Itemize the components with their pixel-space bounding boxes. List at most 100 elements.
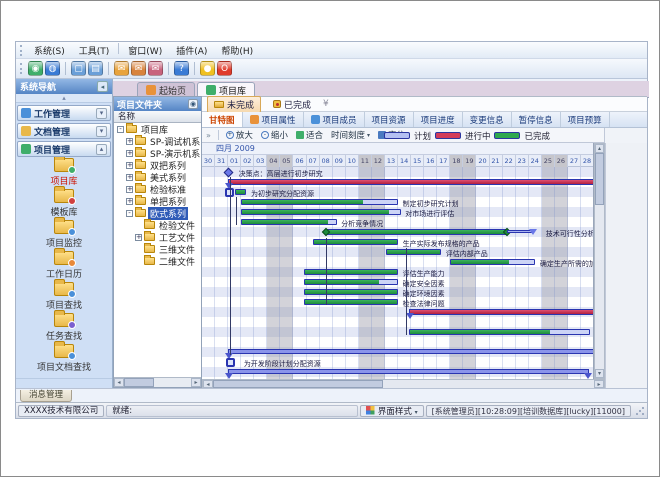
tree-node-检验文件[interactable]: 检验文件 xyxy=(114,219,201,231)
task-bar[interactable] xyxy=(450,259,535,265)
task-bar[interactable] xyxy=(409,329,591,335)
sidebar-scroll-up[interactable]: ▴ xyxy=(16,94,112,103)
mail-open-icon[interactable]: ✉ xyxy=(131,61,146,76)
gantt-button-缩小[interactable]: -缩小 xyxy=(257,128,292,142)
task-bar[interactable] xyxy=(386,249,441,255)
scroll-thumb[interactable] xyxy=(124,378,154,387)
style-cell[interactable]: 界面样式 ▾ xyxy=(360,405,424,417)
sidebar-item-项目库[interactable]: 项目库 xyxy=(16,157,112,188)
tree-expander-icon[interactable]: + xyxy=(126,150,133,157)
tree-expander-icon[interactable]: + xyxy=(126,198,133,205)
task-bar[interactable] xyxy=(241,199,398,205)
scroll-thumb[interactable] xyxy=(213,380,383,388)
tree-expander-icon[interactable]: - xyxy=(117,126,124,133)
gantt-button-适合[interactable]: 适合 xyxy=(292,128,327,142)
feasibility-bar[interactable] xyxy=(326,229,506,235)
tree-expander-icon[interactable]: + xyxy=(126,138,133,145)
tree-node-检验标准[interactable]: +检验标准 xyxy=(114,183,201,195)
view-tab-项目进度[interactable]: 项目进度 xyxy=(414,112,463,127)
scroll-down-icon[interactable]: ▾ xyxy=(595,369,604,378)
sidebar-item-模板库[interactable]: 模板库 xyxy=(16,188,112,219)
task-bar[interactable] xyxy=(304,299,398,305)
menu-item-5[interactable]: 帮助(H) xyxy=(214,42,260,59)
mail-send-icon[interactable]: ✉ xyxy=(148,61,163,76)
task-bar[interactable] xyxy=(235,189,247,195)
tree-column-header[interactable]: 名称 xyxy=(114,111,201,123)
sidebar-item-项目文档查找[interactable]: 项目文档查找 xyxy=(16,343,112,374)
milestone-triangle[interactable] xyxy=(529,229,537,235)
task-bar[interactable] xyxy=(241,219,336,225)
task-bar[interactable] xyxy=(304,279,398,285)
tree-node-项目库[interactable]: -项目库 xyxy=(114,123,201,135)
sidebar-collapse-icon[interactable]: ◂ xyxy=(97,81,108,92)
view-tab-变更信息[interactable]: 变更信息 xyxy=(463,112,512,127)
sidebar-section-项目管理[interactable]: 项目管理▴ xyxy=(17,141,111,157)
chevron-icon[interactable]: ▾ xyxy=(96,126,107,137)
tree-node-单把系列[interactable]: +单把系列 xyxy=(114,195,201,207)
tree-node-三维文件[interactable]: 三维文件 xyxy=(114,243,201,255)
scroll-thumb[interactable] xyxy=(595,153,604,205)
menu-item-3[interactable]: 窗口(W) xyxy=(121,42,169,59)
tree-expander-icon[interactable]: + xyxy=(126,186,133,193)
scroll-right-icon[interactable]: ▸ xyxy=(594,380,604,388)
task-bar[interactable] xyxy=(304,289,398,295)
tree-node-二维文件[interactable]: 二维文件 xyxy=(114,255,201,267)
task-bar[interactable] xyxy=(241,209,400,215)
tree-expander-icon[interactable]: - xyxy=(126,210,133,217)
scroll-left-icon[interactable]: ◂ xyxy=(203,380,213,388)
gantt-vertical-scrollbar[interactable]: ▴ ▾ xyxy=(594,143,605,379)
view-tab-项目资源[interactable]: 项目资源 xyxy=(365,112,414,127)
tree-horizontal-scrollbar[interactable]: ◂ ▸ xyxy=(114,377,201,387)
task-bar[interactable] xyxy=(304,269,398,275)
toolbar-overflow-icon[interactable]: » xyxy=(202,131,215,140)
tree-expander-icon[interactable]: + xyxy=(126,174,133,181)
help-icon[interactable]: ? xyxy=(174,61,189,76)
gantt-button-放大[interactable]: +放大 xyxy=(222,128,257,142)
window-icon[interactable]: ▢ xyxy=(71,61,86,76)
summary-bar[interactable] xyxy=(228,179,594,185)
lock-icon[interactable]: ● xyxy=(200,61,215,76)
mail-new-icon[interactable]: ✉ xyxy=(114,61,129,76)
view-tab-项目属性[interactable]: 项目属性 xyxy=(243,112,304,127)
menu-item-1[interactable]: 系统(S) xyxy=(27,42,72,59)
overflow-chevron[interactable]: ¥ xyxy=(323,99,329,109)
chevron-icon[interactable]: ▾ xyxy=(96,108,107,119)
scroll-right-icon[interactable]: ▸ xyxy=(191,378,201,387)
tree-node-美式系列[interactable]: +美式系列 xyxy=(114,171,201,183)
menu-item-2[interactable]: 工具(T) xyxy=(72,42,117,59)
view-tab-暂停信息[interactable]: 暂停信息 xyxy=(512,112,561,127)
tree-expander-icon[interactable]: + xyxy=(126,162,133,169)
globe-icon[interactable]: ◍ xyxy=(45,61,60,76)
sidebar-item-工作日历[interactable]: 工作日历 xyxy=(16,250,112,281)
tree-node-工艺文件[interactable]: +工艺文件 xyxy=(114,231,201,243)
view-tab-项目预算[interactable]: 项目预算 xyxy=(561,112,610,127)
power-icon[interactable]: O xyxy=(217,61,232,76)
summary-bar[interactable] xyxy=(228,349,594,354)
sidebar-item-任务查找[interactable]: 任务查找 xyxy=(16,312,112,343)
resize-grip[interactable] xyxy=(635,406,645,416)
view-tab-项目成员[interactable]: 项目成员 xyxy=(304,112,365,127)
menu-item-4[interactable]: 插件(A) xyxy=(169,42,214,59)
chevron-icon[interactable]: ▴ xyxy=(96,144,107,155)
summary-bar[interactable] xyxy=(409,309,595,315)
sidebar-section-工作管理[interactable]: 工作管理▾ xyxy=(17,105,111,121)
summary-bar[interactable] xyxy=(228,369,589,374)
scroll-up-icon[interactable]: ▴ xyxy=(595,144,604,153)
scroll-left-icon[interactable]: ◂ xyxy=(114,378,124,387)
tree-expander-icon[interactable]: + xyxy=(135,234,142,241)
tree-node-SP-调试机系[interactable]: +SP-调试机系 xyxy=(114,135,201,147)
pin-icon[interactable]: ◉ xyxy=(188,99,198,109)
tree-node-欧式系列[interactable]: -欧式系列 xyxy=(114,207,201,219)
status-tab-已完成[interactable]: 已完成 xyxy=(266,96,318,113)
tree-node-双把系列[interactable]: +双把系列 xyxy=(114,159,201,171)
connect-icon[interactable]: ◉ xyxy=(28,61,43,76)
view-tab-甘特图[interactable]: 甘特图 xyxy=(202,112,243,127)
status-tab-未完成[interactable]: 未完成 xyxy=(207,96,261,113)
sidebar-item-项目监控[interactable]: 项目监控 xyxy=(16,219,112,250)
task-marker[interactable] xyxy=(226,358,235,367)
layout-icon[interactable]: ▤ xyxy=(88,61,103,76)
gantt-button-时间刻度[interactable]: 时间刻度▾ xyxy=(327,128,374,142)
sidebar-item-项目查找[interactable]: 项目查找 xyxy=(16,281,112,312)
tree-node-SP-演示机系[interactable]: +SP-演示机系 xyxy=(114,147,201,159)
sidebar-section-文档管理[interactable]: 文档管理▾ xyxy=(17,123,111,139)
